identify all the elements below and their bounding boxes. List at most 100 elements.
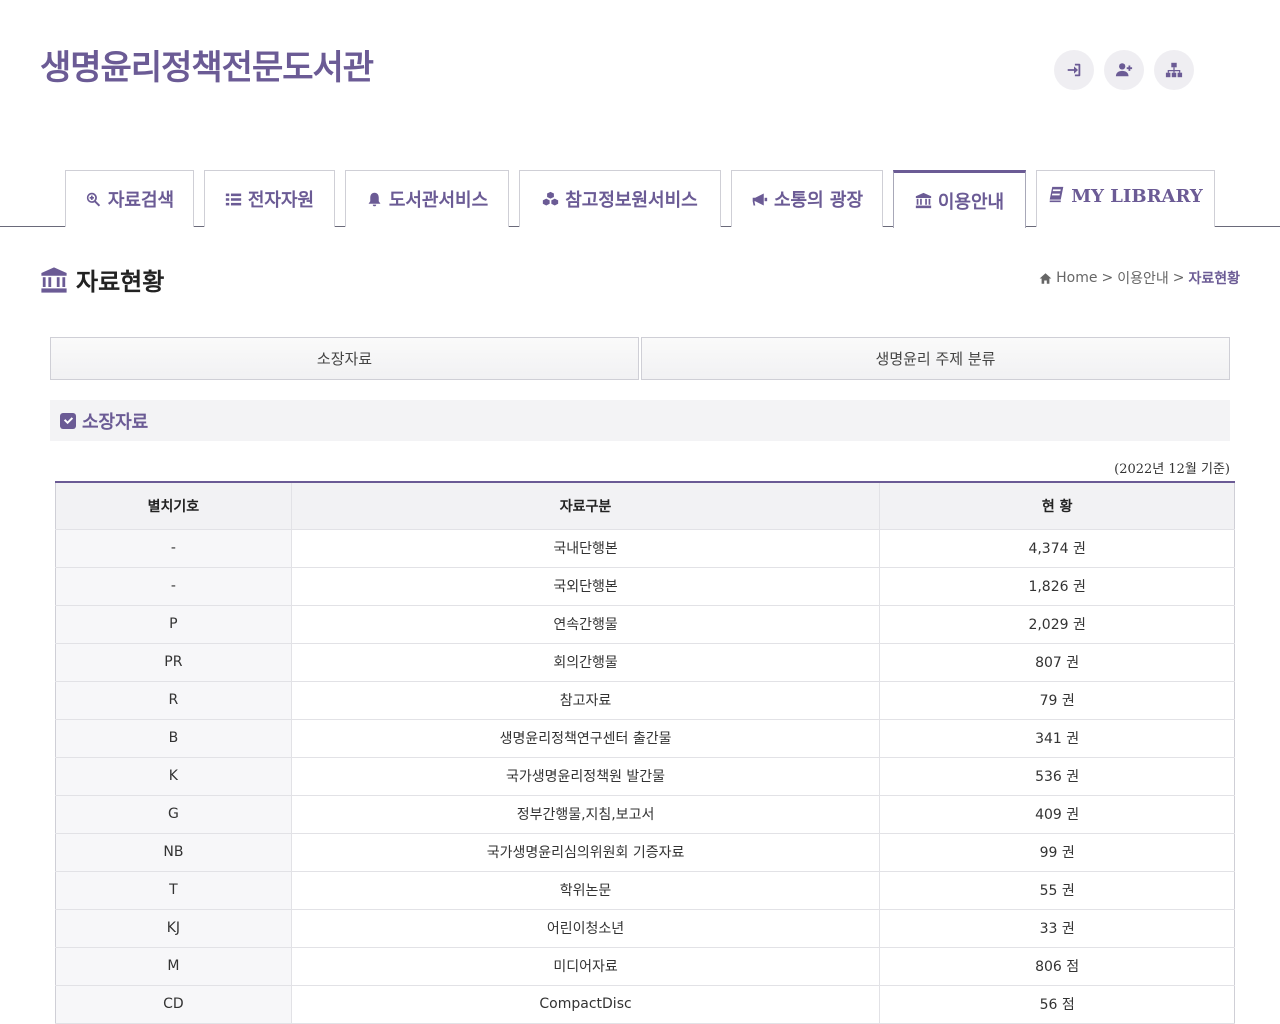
cell-type: 회의간행물: [290, 642, 881, 682]
table-row: CD CompactDisc 56 점: [55, 984, 1235, 1024]
cell-code: P: [55, 604, 292, 644]
sub-tabs: 소장자료 생명윤리 주제 분류: [50, 337, 1230, 380]
cell-count: 56 점: [879, 984, 1235, 1024]
cell-type: CompactDisc: [290, 984, 881, 1024]
breadcrumb-separator: >: [1172, 270, 1185, 286]
cell-type: 학위논문: [290, 870, 881, 910]
cell-type: 국가생명윤리정책원 발간물: [290, 756, 881, 796]
cell-code: PR: [55, 642, 292, 682]
cell-count: 806 점: [879, 946, 1235, 986]
header-utility-buttons: [1054, 50, 1194, 90]
table-header-row: 별치기호 자료구분 현 황: [55, 481, 1235, 530]
tab-e-resources[interactable]: 전자자원: [204, 170, 335, 227]
table-row: - 국외단행본 1,826 권: [55, 566, 1235, 606]
subtab-holdings[interactable]: 소장자료: [50, 337, 639, 380]
cell-type: 어린이청소년: [290, 908, 881, 948]
tab-label: 이용안내: [937, 191, 1005, 213]
cell-count: 33 권: [879, 908, 1235, 948]
breadcrumb-separator: >: [1101, 270, 1114, 286]
tab-library-service[interactable]: 도서관서비스: [345, 170, 509, 227]
cell-code: CD: [55, 984, 292, 1024]
table-row: T 학위논문 55 권: [55, 870, 1235, 910]
bank-icon: [915, 192, 932, 209]
tab-my-library[interactable]: MY LIBRARY: [1036, 170, 1215, 227]
join-button[interactable]: [1104, 50, 1144, 90]
table-row: K 국가생명윤리정책원 발간물 536 권: [55, 756, 1235, 796]
table-row: PR 회의간행물 807 권: [55, 642, 1235, 682]
tab-search[interactable]: 자료검색: [65, 170, 194, 227]
bell-icon: [368, 192, 381, 206]
cell-count: 55 권: [879, 870, 1235, 910]
table-row: - 국내단행본 4,374 권: [55, 528, 1235, 568]
cell-type: 국가생명윤리심의위원회 기증자료: [290, 832, 881, 872]
tab-label: 도서관서비스: [388, 190, 489, 211]
sitemap-icon: [1165, 62, 1183, 78]
cell-type: 참고자료: [290, 680, 881, 720]
cell-type: 정부간행물,지침,보고서: [290, 794, 881, 834]
tab-label: 참고정보원서비스: [565, 190, 698, 211]
check-square-icon: [60, 412, 76, 429]
cell-code: M: [55, 946, 292, 986]
breadcrumb-parent[interactable]: 이용안내: [1117, 268, 1169, 288]
page-heading: 자료현황: [40, 262, 164, 297]
cell-code: NB: [55, 832, 292, 872]
cell-type: 국외단행본: [290, 566, 881, 606]
tab-community[interactable]: 소통의 광장: [731, 170, 883, 227]
cell-code: B: [55, 718, 292, 758]
cell-code: R: [55, 680, 292, 720]
table-row: B 생명윤리정책연구센터 출간물 341 권: [55, 718, 1235, 758]
cell-count: 4,374 권: [879, 528, 1235, 568]
sitemap-button[interactable]: [1154, 50, 1194, 90]
tab-guide[interactable]: 이용안내: [893, 170, 1026, 228]
login-button[interactable]: [1054, 50, 1094, 90]
cell-code: -: [55, 566, 292, 606]
page-title: 자료현황: [76, 268, 165, 296]
bank-icon: [41, 266, 67, 293]
cell-count: 2,029 권: [879, 604, 1235, 644]
bullhorn-icon: [752, 193, 768, 205]
cell-count: 807 권: [879, 642, 1235, 682]
cell-count: 99 권: [879, 832, 1235, 872]
section-header: 소장자료: [50, 400, 1230, 441]
table-row: KJ 어린이청소년 33 권: [55, 908, 1235, 948]
login-icon: [1067, 63, 1081, 77]
section-title: 소장자료: [82, 411, 149, 433]
cell-type: 미디어자료: [290, 946, 881, 986]
holdings-table: 별치기호 자료구분 현 황 - 국내단행본 4,374 권 - 국외단행본 1,826 권…: [55, 481, 1235, 1024]
cell-type: 생명윤리정책연구센터 출간물: [290, 718, 881, 758]
tab-label: MY LIBRARY: [1071, 186, 1203, 207]
cell-code: G: [55, 794, 292, 834]
breadcrumb: Home > 이용안내 > 자료현황: [1039, 268, 1240, 288]
cell-count: 1,826 권: [879, 566, 1235, 606]
cell-code: T: [55, 870, 292, 910]
tab-reference-service[interactable]: 참고정보원서비스: [519, 170, 721, 227]
table-row: NB 국가생명윤리심의위원회 기증자료 99 권: [55, 832, 1235, 872]
cell-count: 409 권: [879, 794, 1235, 834]
cell-count: 341 권: [879, 718, 1235, 758]
column-header-status: 현 황: [879, 481, 1235, 530]
table-body: - 국내단행본 4,374 권 - 국외단행본 1,826 권 P 연속간행물 2,029 권P…: [55, 528, 1235, 1024]
subtab-bioethics-classification[interactable]: 생명윤리 주제 분류: [641, 337, 1230, 380]
cell-code: K: [55, 756, 292, 796]
breadcrumb-home[interactable]: Home: [1056, 270, 1097, 286]
table-row: M 미디어자료 806 점: [55, 946, 1235, 986]
table-row: R 참고자료 79 권: [55, 680, 1235, 720]
home-icon: [1039, 272, 1052, 284]
site-title[interactable]: 생명윤리정책전문도서관: [40, 40, 374, 89]
main-nav: 자료검색 전자자원 도서관서비스 참고정보원서비스 소통의 광장 이용안내 MY…: [0, 170, 1280, 228]
tab-label: 전자자원: [247, 190, 315, 211]
list-icon: [225, 193, 242, 205]
table-row: P 연속간행물 2,029 권: [55, 604, 1235, 644]
cell-count: 536 권: [879, 756, 1235, 796]
data-basis-date: (2022년 12월 기준): [1114, 462, 1230, 477]
column-header-type: 자료구분: [290, 481, 881, 530]
breadcrumb-current: 자료현황: [1188, 271, 1240, 287]
tab-label: 소통의 광장: [773, 190, 864, 211]
cubes-icon: [543, 191, 559, 205]
cell-count: 79 권: [879, 680, 1235, 720]
table-row: G 정부간행물,지침,보고서 409 권: [55, 794, 1235, 834]
tab-label: 자료검색: [107, 190, 175, 211]
column-header-code: 별치기호: [55, 481, 292, 530]
cell-type: 연속간행물: [290, 604, 881, 644]
join-icon: [1115, 63, 1133, 77]
